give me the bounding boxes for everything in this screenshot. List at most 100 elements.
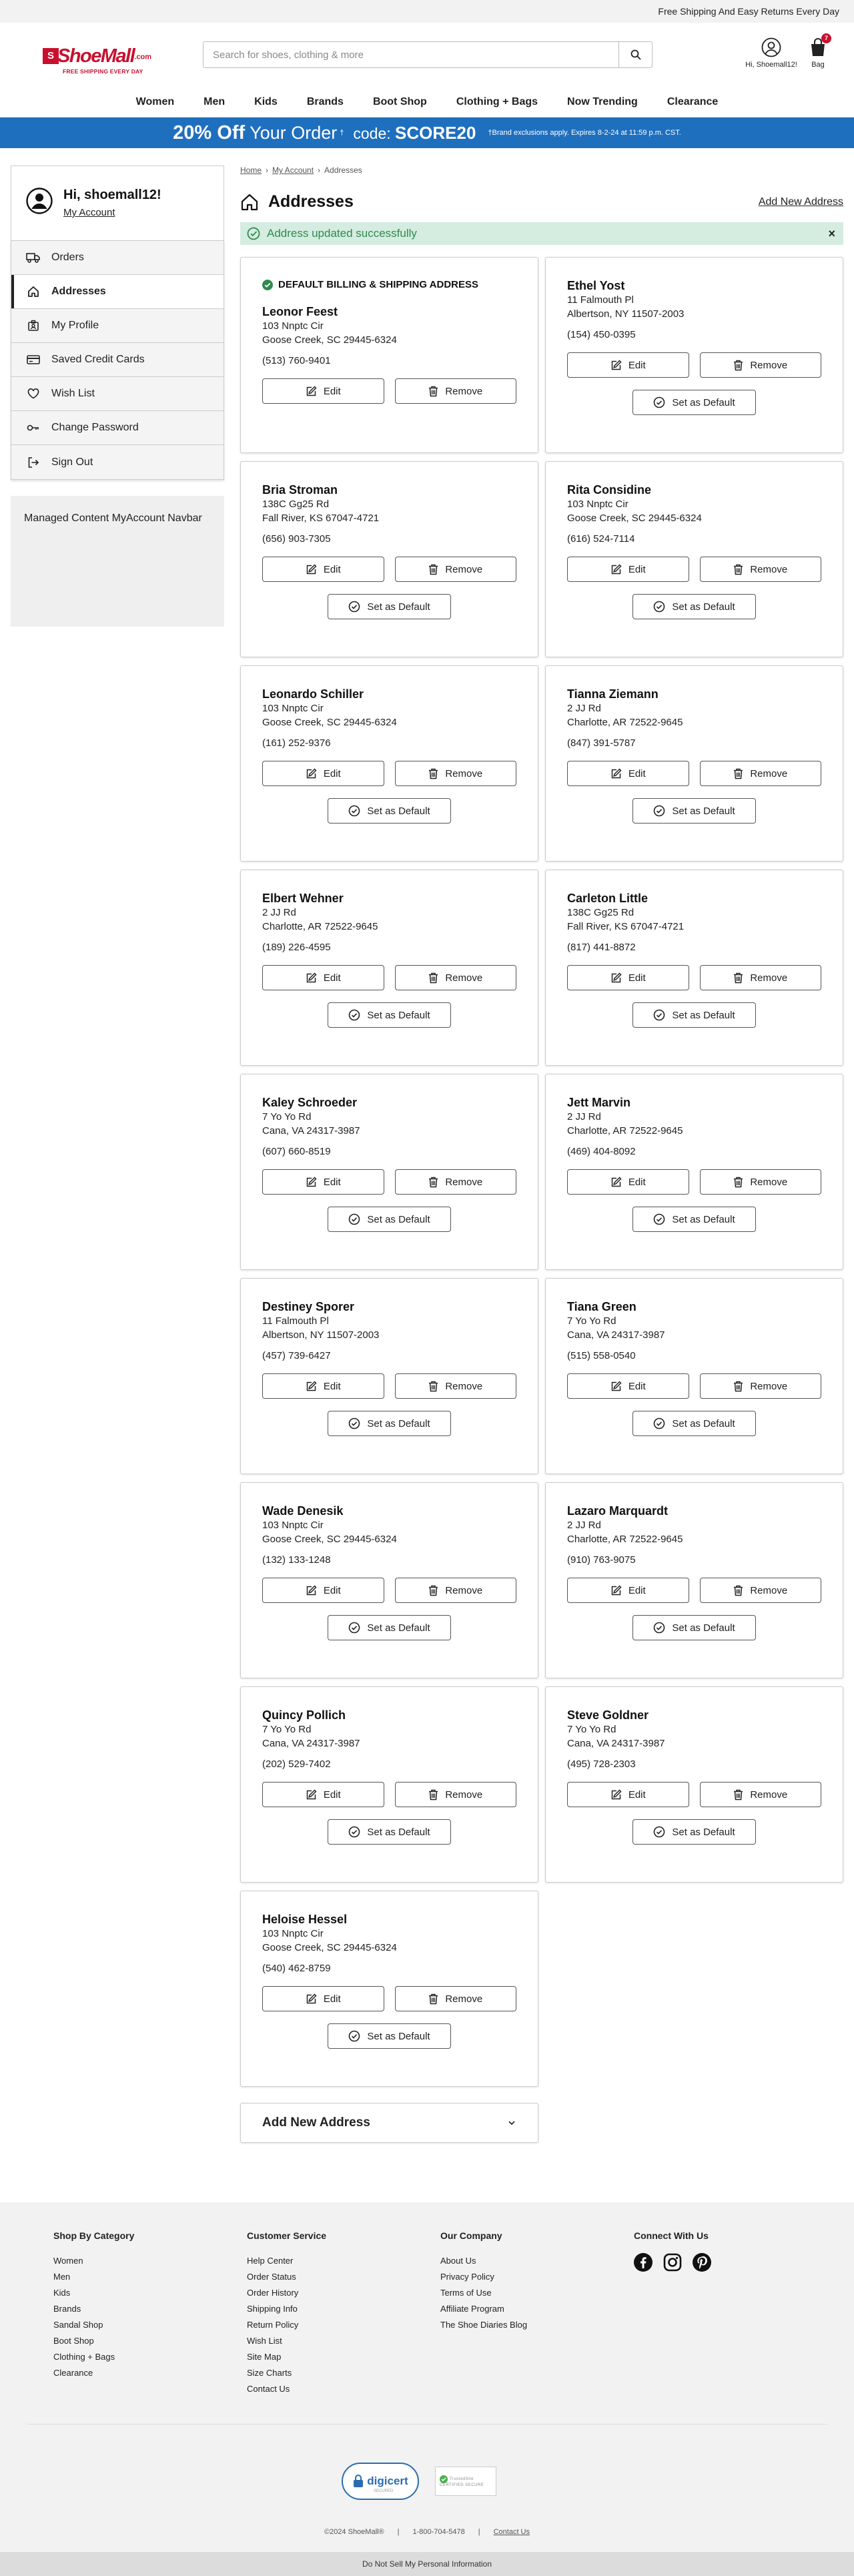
edit-button[interactable]: Edit [262, 557, 384, 582]
bag-link[interactable]: 7 Bag [806, 33, 831, 69]
remove-button[interactable]: Remove [699, 761, 821, 786]
remove-button[interactable]: Remove [394, 965, 516, 990]
edit-button[interactable]: Edit [567, 1578, 689, 1603]
instagram-icon[interactable] [663, 2253, 682, 2272]
sidebar-item-sign-out[interactable]: Sign Out [11, 445, 224, 479]
footer-link[interactable]: The Shoe Diaries Blog [440, 2317, 527, 2333]
footer-link[interactable]: Shipping Info [247, 2301, 326, 2317]
footer-link[interactable]: Kids [53, 2285, 134, 2301]
nav-item-boot-shop[interactable]: Boot Shop [358, 96, 442, 108]
set-default-button[interactable]: Set as Default [632, 1819, 756, 1845]
nav-item-women[interactable]: Women [121, 96, 189, 108]
edit-button[interactable]: Edit [262, 1986, 384, 2011]
set-default-button[interactable]: Set as Default [328, 798, 451, 824]
remove-button[interactable]: Remove [394, 557, 516, 582]
sidebar-item-my-profile[interactable]: My Profile [11, 309, 224, 343]
sidebar-item-change-password[interactable]: Change Password [11, 411, 224, 445]
footer-link[interactable]: Brands [53, 2301, 134, 2317]
nav-item-brands[interactable]: Brands [292, 96, 358, 108]
footer-link[interactable]: About Us [440, 2253, 527, 2269]
my-account-link[interactable]: My Account [63, 207, 161, 218]
edit-button[interactable]: Edit [262, 761, 384, 786]
edit-button[interactable]: Edit [567, 965, 689, 990]
footer-link[interactable]: Size Charts [247, 2365, 326, 2381]
set-default-button[interactable]: Set as Default [328, 1411, 451, 1436]
nav-item-men[interactable]: Men [189, 96, 240, 108]
footer-link[interactable]: Men [53, 2269, 134, 2285]
set-default-button[interactable]: Set as Default [328, 1002, 451, 1028]
set-default-button[interactable]: Set as Default [632, 1411, 756, 1436]
edit-button[interactable]: Edit [567, 557, 689, 582]
digicert-badge[interactable]: digicert SECURED [342, 2463, 419, 2500]
sidebar-item-addresses[interactable]: Addresses [11, 275, 224, 309]
footer-link[interactable]: Return Policy [247, 2317, 326, 2333]
set-default-button[interactable]: Set as Default [328, 2023, 451, 2049]
set-default-button[interactable]: Set as Default [632, 1207, 756, 1232]
set-default-button[interactable]: Set as Default [328, 1207, 451, 1232]
search-button[interactable] [618, 42, 652, 67]
edit-button[interactable]: Edit [567, 1782, 689, 1807]
facebook-icon[interactable] [634, 2253, 653, 2272]
footer-link[interactable]: Order History [247, 2285, 326, 2301]
add-new-address-link[interactable]: Add New Address [759, 196, 843, 208]
edit-button[interactable]: Edit [262, 1373, 384, 1399]
footer-link[interactable]: Wish List [247, 2333, 326, 2349]
remove-button[interactable]: Remove [394, 1782, 516, 1807]
edit-button[interactable]: Edit [567, 1373, 689, 1399]
footer-contact-link[interactable]: Contact Us [494, 2528, 530, 2536]
nav-item-clothing-bags[interactable]: Clothing + Bags [442, 96, 552, 108]
remove-button[interactable]: Remove [699, 1578, 821, 1603]
remove-button[interactable]: Remove [394, 1986, 516, 2011]
sidebar-item-saved-credit-cards[interactable]: Saved Credit Cards [11, 343, 224, 377]
sidebar-item-wish-list[interactable]: Wish List [11, 377, 224, 411]
logo[interactable]: S ShoeMall.com FREE SHIPPING EVERY DAY [43, 45, 151, 79]
edit-button[interactable]: Edit [262, 1782, 384, 1807]
footer-link[interactable]: Clothing + Bags [53, 2349, 134, 2365]
breadcrumb-home[interactable]: Home [240, 166, 262, 175]
footer-link[interactable]: Help Center [247, 2253, 326, 2269]
footer-phone[interactable]: 1-800-704-5478 [412, 2528, 464, 2536]
promo-banner[interactable]: 20% Off Your Order † code: SCORE20 †Bran… [0, 117, 854, 148]
edit-button[interactable]: Edit [567, 761, 689, 786]
edit-button[interactable]: Edit [262, 378, 384, 404]
set-default-button[interactable]: Set as Default [632, 798, 756, 824]
footer-link[interactable]: Sandal Shop [53, 2317, 134, 2333]
remove-button[interactable]: Remove [699, 1782, 821, 1807]
sidebar-item-orders[interactable]: Orders [11, 241, 224, 275]
footer-link[interactable]: Boot Shop [53, 2333, 134, 2349]
do-not-sell-link[interactable]: Do Not Sell My Personal Information [0, 2552, 854, 2576]
remove-button[interactable]: Remove [394, 1578, 516, 1603]
nav-item-now-trending[interactable]: Now Trending [552, 96, 653, 108]
remove-button[interactable]: Remove [699, 1169, 821, 1195]
set-default-button[interactable]: Set as Default [632, 1002, 756, 1028]
footer-link[interactable]: Site Map [247, 2349, 326, 2365]
edit-button[interactable]: Edit [262, 1578, 384, 1603]
remove-button[interactable]: Remove [394, 378, 516, 404]
edit-button[interactable]: Edit [567, 352, 689, 378]
breadcrumb-account[interactable]: My Account [272, 166, 314, 175]
nav-item-clearance[interactable]: Clearance [653, 96, 733, 108]
footer-link[interactable]: Order Status [247, 2269, 326, 2285]
close-alert-button[interactable]: × [828, 227, 835, 241]
set-default-button[interactable]: Set as Default [328, 1615, 451, 1640]
set-default-button[interactable]: Set as Default [632, 390, 756, 415]
edit-button[interactable]: Edit [262, 1169, 384, 1195]
edit-button[interactable]: Edit [567, 1169, 689, 1195]
remove-button[interactable]: Remove [699, 557, 821, 582]
remove-button[interactable]: Remove [394, 1373, 516, 1399]
account-link[interactable]: Hi, Shoemall12! [741, 37, 802, 69]
remove-button[interactable]: Remove [699, 965, 821, 990]
nav-item-kids[interactable]: Kids [240, 96, 292, 108]
add-new-address-accordion[interactable]: Add New Address [240, 2103, 538, 2143]
footer-link[interactable]: Affiliate Program [440, 2301, 527, 2317]
pinterest-icon[interactable] [693, 2253, 711, 2272]
search-input[interactable] [203, 42, 618, 67]
set-default-button[interactable]: Set as Default [328, 594, 451, 619]
footer-link[interactable]: Privacy Policy [440, 2269, 527, 2285]
remove-button[interactable]: Remove [394, 1169, 516, 1195]
edit-button[interactable]: Edit [262, 965, 384, 990]
remove-button[interactable]: Remove [699, 1373, 821, 1399]
remove-button[interactable]: Remove [699, 352, 821, 378]
footer-link[interactable]: Terms of Use [440, 2285, 527, 2301]
trustedsite-badge[interactable]: TrustedSite CERTIFIED SECURE [435, 2467, 496, 2496]
